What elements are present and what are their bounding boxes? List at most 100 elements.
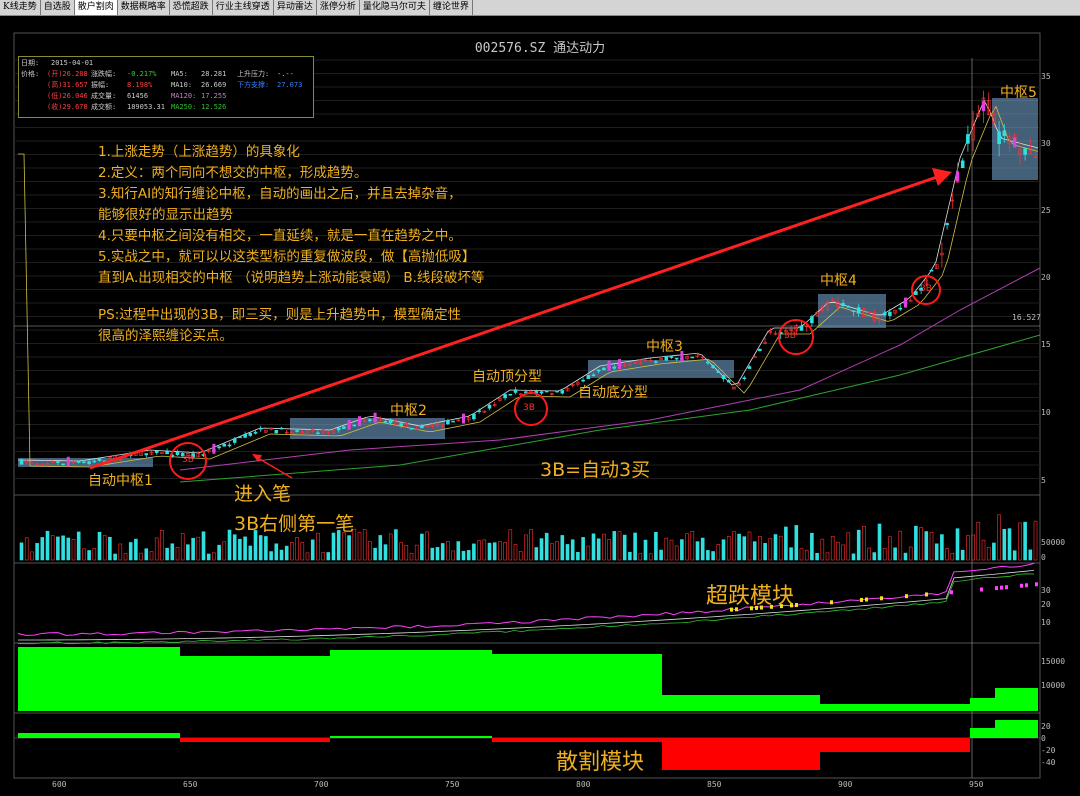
purple-candle: [347, 419, 351, 430]
volume-bar: [654, 531, 658, 561]
candle-body: [591, 374, 596, 377]
volume-bar: [622, 534, 627, 561]
volume-bar: [617, 531, 622, 561]
candle-body: [888, 311, 892, 316]
volume-bar: [30, 551, 34, 561]
marker-3b-label: 3B: [920, 284, 932, 294]
volume-bar: [648, 553, 653, 561]
candle-body: [960, 160, 965, 168]
volume-bar: [310, 539, 315, 561]
volume-bar: [841, 544, 845, 561]
volume-bar: [71, 538, 76, 561]
volume-bar: [269, 551, 273, 561]
oversold-dot: [1000, 585, 1003, 590]
volume-bar: [820, 538, 825, 561]
purple-candle: [618, 359, 621, 370]
volume-bar: [404, 544, 409, 561]
volume-bar: [877, 523, 882, 561]
lower-support-value: 27.073: [277, 81, 303, 89]
candle-body: [217, 446, 221, 449]
volume-bar: [560, 535, 565, 561]
volume-bar: [700, 537, 705, 561]
split-green-bar: [995, 720, 1038, 738]
volume-bar: [232, 534, 237, 561]
volume-bar: [555, 541, 559, 561]
volume-bar: [737, 533, 741, 561]
oversold-dot: [1020, 583, 1023, 588]
volume-bar: [716, 544, 721, 561]
purple-candle: [462, 413, 465, 424]
volume-bar: [758, 535, 762, 561]
candle-body: [451, 420, 455, 423]
purple-candle: [982, 101, 985, 112]
candle-body: [841, 303, 845, 307]
oversold-dot: [1025, 583, 1028, 588]
purple-candle: [904, 297, 907, 308]
split-green-bar: [330, 736, 492, 738]
volume-bar: [539, 538, 544, 561]
volume-bar: [856, 529, 861, 561]
candle-body: [1023, 148, 1027, 155]
volume-bar: [50, 535, 55, 561]
volume-bar: [383, 544, 388, 561]
candle-body: [544, 390, 549, 393]
volume-bar: [586, 545, 591, 561]
volume-bar: [305, 552, 310, 561]
volume-bar: [1018, 522, 1022, 561]
volume-bar: [544, 532, 549, 561]
green-step-bar: [492, 654, 662, 711]
volume-bar: [929, 531, 934, 561]
volume-bar: [357, 532, 362, 561]
green-step-bar: [18, 647, 180, 711]
volume-bar: [154, 537, 159, 561]
purple-candle: [66, 456, 70, 467]
candle-body: [238, 436, 242, 438]
oversold-dot: [865, 597, 868, 602]
volume-bar: [674, 545, 679, 561]
volume-bar: [295, 537, 299, 561]
candle-body: [253, 431, 258, 434]
volume-bar: [602, 533, 606, 561]
volume-bar: [451, 550, 455, 561]
volume-bar: [888, 536, 892, 561]
volume-bar: [513, 544, 518, 561]
volume-bar: [914, 525, 918, 561]
volume-bar: [721, 539, 726, 561]
candle-body: [232, 438, 237, 443]
volume-bar: [680, 539, 684, 561]
candle-body: [747, 366, 752, 369]
volume-bar: [378, 535, 383, 561]
oversold-dot: [925, 592, 928, 597]
candle-body: [602, 367, 606, 371]
volume-bar: [794, 525, 799, 561]
volume-bar: [56, 536, 60, 561]
volume-bar: [222, 541, 227, 561]
volume-bar: [934, 543, 939, 561]
ma120-label: MA120:: [171, 92, 197, 100]
note-line: 能够很好的显示出趋势: [98, 207, 233, 223]
ma5-label: MA5:: [171, 70, 188, 78]
candle-body: [690, 356, 695, 359]
split-green-bar: [970, 728, 995, 738]
volume-bar: [170, 543, 175, 561]
candle-body: [612, 366, 617, 369]
x-axis-tick: 600: [52, 780, 67, 789]
candle-body: [711, 365, 715, 368]
x-axis-tick: 750: [445, 780, 460, 789]
purple-candle: [212, 443, 216, 454]
volume-bar: [945, 548, 949, 561]
volume-bar: [477, 540, 481, 561]
candle-body: [472, 413, 476, 420]
green-panel-axis-tick: 15000: [1041, 657, 1066, 666]
candle-body: [82, 461, 86, 464]
candle-body: [243, 434, 247, 438]
volume-bar: [799, 548, 804, 561]
volume-bar: [180, 533, 185, 561]
volume-bar: [394, 529, 398, 561]
volume-bar: [638, 553, 643, 561]
candle-body: [856, 307, 861, 314]
x-axis-tick: 650: [183, 780, 198, 789]
candle-body: [388, 419, 393, 424]
candle-body: [342, 426, 346, 429]
volume-bar: [472, 543, 476, 561]
